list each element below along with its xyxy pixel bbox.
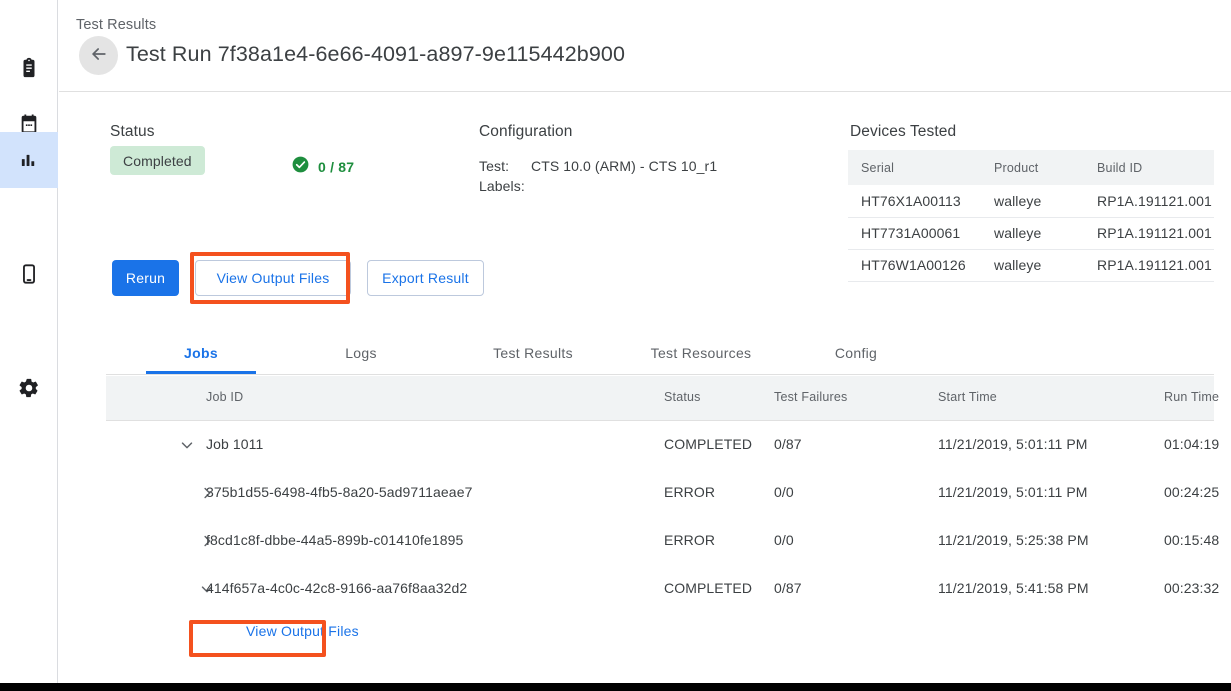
job-cell-test-failures: 0/87 <box>774 436 802 452</box>
devices-col-build-id: Build ID <box>1084 150 1214 185</box>
job-cell-test-failures: 0/0 <box>774 484 794 500</box>
devices-table-row: HT7731A00061walleyeRP1A.191121.001 <box>848 217 1214 249</box>
jobs-col-start-time: Start Time <box>938 390 997 404</box>
tab-logs[interactable]: Logs <box>306 330 416 375</box>
pass-rate: 0 / 87 <box>291 155 354 179</box>
devices-table-header-row: Serial Product Build ID <box>848 150 1214 185</box>
config-labels-label: Labels: <box>479 178 525 194</box>
device-product: walleye <box>981 185 1084 217</box>
sidebar-item-test-results[interactable] <box>0 132 58 188</box>
job-cell-job-id: 414f657a-4c0c-42c8-9166-aa76f8aa32d2 <box>206 580 467 596</box>
device-product: walleye <box>981 249 1084 281</box>
job-cell-status: COMPLETED <box>664 436 752 452</box>
jobs-table-row[interactable]: 375b1d55-6498-4fb5-8a20-5ad9711aeae7 ERRO… <box>106 469 1214 517</box>
rerun-button[interactable]: Rerun <box>112 260 179 296</box>
tab-test-resources[interactable]: Test Resources <box>626 330 776 375</box>
job-cell-start-time: 11/21/2019, 5:01:11 PM <box>938 436 1088 452</box>
clipboard-icon <box>18 57 40 79</box>
left-sidebar <box>0 0 58 683</box>
tab-jobs[interactable]: Jobs <box>146 330 256 375</box>
view-output-files-button[interactable]: View Output Files <box>195 260 351 296</box>
job-cell-status: ERROR <box>664 484 715 500</box>
job-cell-run-time: 00:23:32 <box>1164 580 1219 596</box>
configuration-section-title: Configuration <box>479 123 573 141</box>
config-test-value: CTS 10.0 (ARM) - CTS 10_r1 <box>531 158 717 174</box>
devices-table-row: HT76W1A00126walleyeRP1A.191121.001 <box>848 249 1214 281</box>
device-build-id: RP1A.191121.001 <box>1084 185 1214 217</box>
jobs-table-row[interactable]: f8cd1c8f-dbbe-44a5-899b-c01410fe1895 ERRO… <box>106 517 1214 565</box>
jobs-col-job-id: Job ID <box>206 390 243 404</box>
config-test-label: Test: <box>479 158 509 174</box>
job-cell-status: COMPLETED <box>664 580 752 596</box>
job-cell-run-time: 00:15:48 <box>1164 532 1219 548</box>
tab-config[interactable]: Config <box>806 330 906 375</box>
status-section-title: Status <box>110 123 155 141</box>
job-cell-start-time: 11/21/2019, 5:41:58 PM <box>938 580 1089 596</box>
jobs-col-run-time: Run Time <box>1164 390 1219 404</box>
devices-col-serial: Serial <box>848 150 981 185</box>
tab-test-results[interactable]: Test Results <box>468 330 598 375</box>
device-serial: HT76X1A00113 <box>848 185 981 217</box>
job-cell-job-id: Job 1011 <box>206 436 263 452</box>
row-view-output-files-link[interactable]: View Output Files <box>246 623 359 639</box>
sidebar-item-settings[interactable] <box>0 360 58 416</box>
devices-table: Serial Product Build ID HT76X1A00113wall… <box>848 150 1214 282</box>
job-cell-job-id: 375b1d55-6498-4fb5-8a20-5ad9711aeae7 <box>206 484 472 500</box>
devices-col-product: Product <box>981 150 1084 185</box>
job-cell-run-time: 01:04:19 <box>1164 436 1219 452</box>
device-product: walleye <box>981 217 1084 249</box>
pass-rate-text: 0 / 87 <box>318 159 354 175</box>
job-cell-start-time: 11/21/2019, 5:01:11 PM <box>938 484 1088 500</box>
back-button[interactable] <box>79 36 118 75</box>
bottom-bar <box>0 683 1231 691</box>
sidebar-item-test-suites[interactable] <box>0 40 58 96</box>
job-cell-start-time: 11/21/2019, 5:25:38 PM <box>938 532 1089 548</box>
bar-chart-icon <box>18 149 40 171</box>
job-cell-test-failures: 0/0 <box>774 532 794 548</box>
devices-table-row: HT76X1A00113walleyeRP1A.191121.001 <box>848 185 1214 217</box>
devices-section-title: Devices Tested <box>850 123 956 141</box>
page-header: Test Results Test Run 7f38a1e4-6e66-4091… <box>59 0 1231 92</box>
job-cell-status: ERROR <box>664 532 715 548</box>
jobs-table-header: Job IDStatusTest FailuresStart TimeRun T… <box>106 376 1214 421</box>
job-cell-run-time: 00:24:25 <box>1164 484 1219 500</box>
jobs-table-row[interactable]: 414f657a-4c0c-42c8-9166-aa76f8aa32d2 COMP… <box>106 565 1214 613</box>
chevron-down-icon[interactable] <box>176 434 198 456</box>
check-circle-icon <box>291 155 310 179</box>
jobs-col-status: Status <box>664 390 701 404</box>
device-build-id: RP1A.191121.001 <box>1084 249 1214 281</box>
sidebar-item-devices[interactable] <box>0 246 58 302</box>
smartphone-icon <box>18 263 40 285</box>
breadcrumb: Test Results <box>76 17 156 33</box>
export-result-button[interactable]: Export Result <box>367 260 484 296</box>
job-cell-job-id: f8cd1c8f-dbbe-44a5-899b-c01410fe1895 <box>206 532 463 548</box>
arrow-left-icon <box>89 44 109 67</box>
device-serial: HT76W1A00126 <box>848 249 981 281</box>
status-badge: Completed <box>110 146 205 175</box>
test-run-details-page: Test Results Test Run 7f38a1e4-6e66-4091… <box>0 0 1231 691</box>
job-cell-test-failures: 0/87 <box>774 580 802 596</box>
device-serial: HT7731A00061 <box>848 217 981 249</box>
device-build-id: RP1A.191121.001 <box>1084 217 1214 249</box>
tab-bar: Jobs Logs Test Results Test Resources Config <box>106 330 1214 375</box>
gear-icon <box>18 377 40 399</box>
jobs-table-row[interactable]: Job 1011 COMPLETED 0/87 11/21/2019, 5:01:11… <box>106 421 1214 469</box>
page-title: Test Run 7f38a1e4-6e66-4091-a897-9e11544… <box>126 42 625 67</box>
page-content: Status Completed 0 / 87 Rerun View Outpu… <box>59 93 1231 683</box>
jobs-col-test-failures: Test Failures <box>774 390 847 404</box>
active-tab-underline <box>146 371 256 374</box>
